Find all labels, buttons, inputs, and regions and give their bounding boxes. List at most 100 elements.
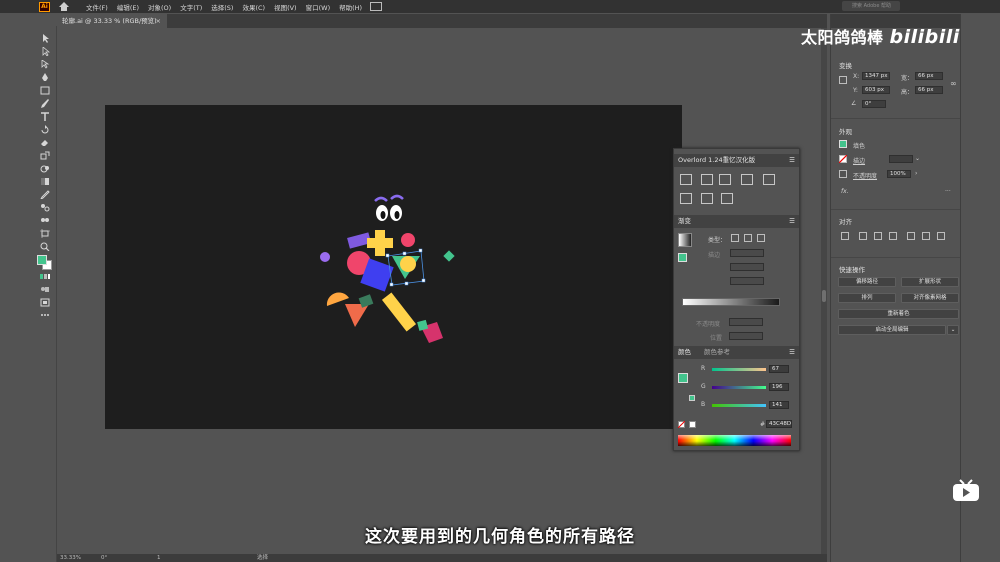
align-top-icon[interactable] — [907, 232, 915, 240]
color-menu-icon[interactable]: ☰ — [789, 346, 795, 359]
overlord-title-bar[interactable]: Overlord 1.24重忆汉化版 ☰ — [674, 154, 799, 167]
global-edit-button[interactable]: 启动全局编辑 — [838, 325, 946, 335]
stroke-dropdown-icon[interactable]: ⌄ — [915, 155, 920, 162]
pen-tool-icon[interactable] — [40, 73, 50, 82]
width-field[interactable]: 66 px — [915, 72, 943, 80]
color-panel-bar[interactable]: 颜色 颜色参考 ☰ — [674, 346, 799, 359]
overlord-unlink-icon[interactable] — [701, 193, 713, 204]
opacity-label[interactable]: 不透明度 — [853, 171, 877, 180]
b-channel-value[interactable]: 141 — [769, 401, 789, 409]
color-fill-swatch[interactable] — [678, 373, 688, 383]
canvas-vertical-scrollbar[interactable] — [821, 28, 827, 554]
brush-tool-icon[interactable] — [40, 99, 50, 108]
teal-diamond[interactable] — [443, 250, 455, 262]
recolor-button[interactable]: 重新着色 — [838, 309, 959, 319]
type-tool-icon[interactable] — [40, 112, 50, 121]
constrain-link-icon[interactable]: ∞ — [950, 79, 957, 88]
direct-selection-tool-icon[interactable] — [40, 46, 51, 57]
arrange-documents-icon[interactable] — [370, 2, 383, 11]
appearance-stroke-swatch[interactable] — [839, 155, 847, 163]
g-channel-value[interactable]: 196 — [769, 383, 789, 391]
b-channel-slider[interactable] — [712, 404, 766, 407]
zoom-tool-icon[interactable] — [40, 242, 50, 252]
align-pixel-grid-button[interactable]: 对齐像素网格 — [901, 293, 959, 303]
yellow-cross-shape[interactable] — [367, 230, 393, 256]
overlord-link-icon[interactable] — [680, 193, 692, 204]
yellow-leg-bar[interactable] — [381, 292, 417, 332]
pink-small-circle[interactable] — [401, 233, 415, 247]
g-channel-slider[interactable] — [712, 386, 766, 389]
eyebrow-right[interactable] — [390, 194, 404, 200]
menu-window[interactable]: 窗口(W) — [306, 2, 331, 12]
artboard-number[interactable]: 1 — [157, 554, 161, 562]
overlord-menu-icon[interactable]: ☰ — [789, 154, 795, 167]
gradient-tab[interactable]: 渐变 — [678, 217, 691, 225]
align-bottom-icon[interactable] — [937, 232, 945, 240]
drawing-mode-icon[interactable] — [40, 285, 50, 294]
menu-select[interactable]: 选择(S) — [211, 2, 233, 12]
menu-view[interactable]: 视图(V) — [274, 2, 297, 12]
menu-edit[interactable]: 编辑(E) — [117, 2, 139, 12]
freeform-gradient-icon[interactable] — [757, 234, 765, 242]
overlord-edit-icon[interactable] — [741, 174, 753, 185]
opacity-arrow-icon[interactable]: › — [915, 170, 917, 177]
angle-field[interactable]: 0° — [862, 100, 886, 108]
gradient-tool-icon[interactable] — [40, 177, 50, 186]
menu-help[interactable]: 帮助(H) — [339, 2, 362, 12]
gradient-fill-swatch[interactable] — [678, 253, 687, 262]
overlord-add-icon[interactable] — [763, 174, 775, 185]
r-channel-slider[interactable] — [712, 368, 766, 371]
opacity-field[interactable]: 100% — [887, 170, 911, 178]
artboard-tool-icon[interactable] — [40, 229, 50, 238]
linear-gradient-icon[interactable] — [731, 234, 739, 242]
gradient-preview-swatch[interactable] — [678, 233, 692, 247]
eyedropper-tool-icon[interactable] — [39, 190, 50, 201]
color-small-swatch[interactable] — [689, 395, 695, 401]
reference-point-icon[interactable] — [839, 76, 847, 84]
align-left-icon[interactable] — [859, 232, 867, 240]
gradient-slider[interactable] — [682, 298, 780, 306]
color-tab[interactable]: 颜色 — [678, 348, 691, 356]
fx-icon[interactable]: fx. — [841, 188, 849, 195]
screen-mode-icon[interactable] — [40, 298, 50, 307]
gradient-menu-icon[interactable]: ☰ — [789, 215, 795, 228]
artboard[interactable] — [105, 105, 682, 429]
menu-type[interactable]: 文字(T) — [180, 2, 202, 12]
white-color-swatch[interactable] — [689, 421, 696, 428]
shape-builder-tool-icon[interactable] — [40, 164, 50, 173]
stroke-label[interactable]: 描边 — [853, 156, 865, 165]
purple-dot[interactable] — [320, 252, 330, 262]
geometric-character-art[interactable] — [105, 105, 682, 429]
more-tools-icon[interactable] — [40, 310, 50, 319]
radial-gradient-icon[interactable] — [744, 234, 752, 242]
menu-effect[interactable]: 效果(C) — [242, 2, 265, 12]
red-triangle-leg[interactable] — [345, 304, 369, 327]
orange-half-circle[interactable] — [326, 292, 349, 306]
overlord-connect-icon[interactable] — [721, 193, 733, 204]
color-mode-icon[interactable] — [40, 272, 50, 281]
eraser-tool-icon[interactable] — [40, 138, 50, 147]
menu-object[interactable]: 对象(O) — [148, 2, 171, 12]
yellow-circle-shape[interactable] — [400, 256, 416, 272]
menu-file[interactable]: 文件(F) — [86, 2, 108, 12]
selection-tool-icon[interactable] — [40, 34, 50, 43]
align-center-icon[interactable] — [874, 232, 882, 240]
color-reference-tab[interactable]: 颜色参考 — [704, 346, 730, 359]
y-field[interactable]: 603 px — [862, 86, 890, 94]
rectangle-tool-icon[interactable] — [40, 86, 50, 95]
stroke-weight-field[interactable] — [889, 155, 913, 163]
align-middle-icon[interactable] — [922, 232, 930, 240]
more-options-icon[interactable]: ··· — [945, 188, 951, 195]
r-channel-value[interactable]: 67 — [769, 365, 789, 373]
arrange-button[interactable]: 排列 — [838, 293, 896, 303]
help-search-input[interactable]: 搜索 Adobe 帮助 — [842, 1, 900, 11]
gradient-panel-bar[interactable]: 渐变 ☰ — [674, 215, 799, 228]
symbol-sprayer-tool-icon[interactable] — [40, 216, 50, 225]
scale-tool-icon[interactable] — [40, 151, 50, 160]
eyebrow-left[interactable] — [374, 196, 388, 202]
align-to-icon[interactable] — [841, 232, 849, 240]
appearance-fill-swatch[interactable] — [839, 140, 847, 148]
group-selection-tool-icon[interactable] — [40, 59, 50, 69]
document-tab[interactable]: 轮廓.ai @ 33.33 % (RGB/预览) × — [57, 14, 167, 28]
close-tab-icon[interactable]: × — [156, 14, 161, 28]
